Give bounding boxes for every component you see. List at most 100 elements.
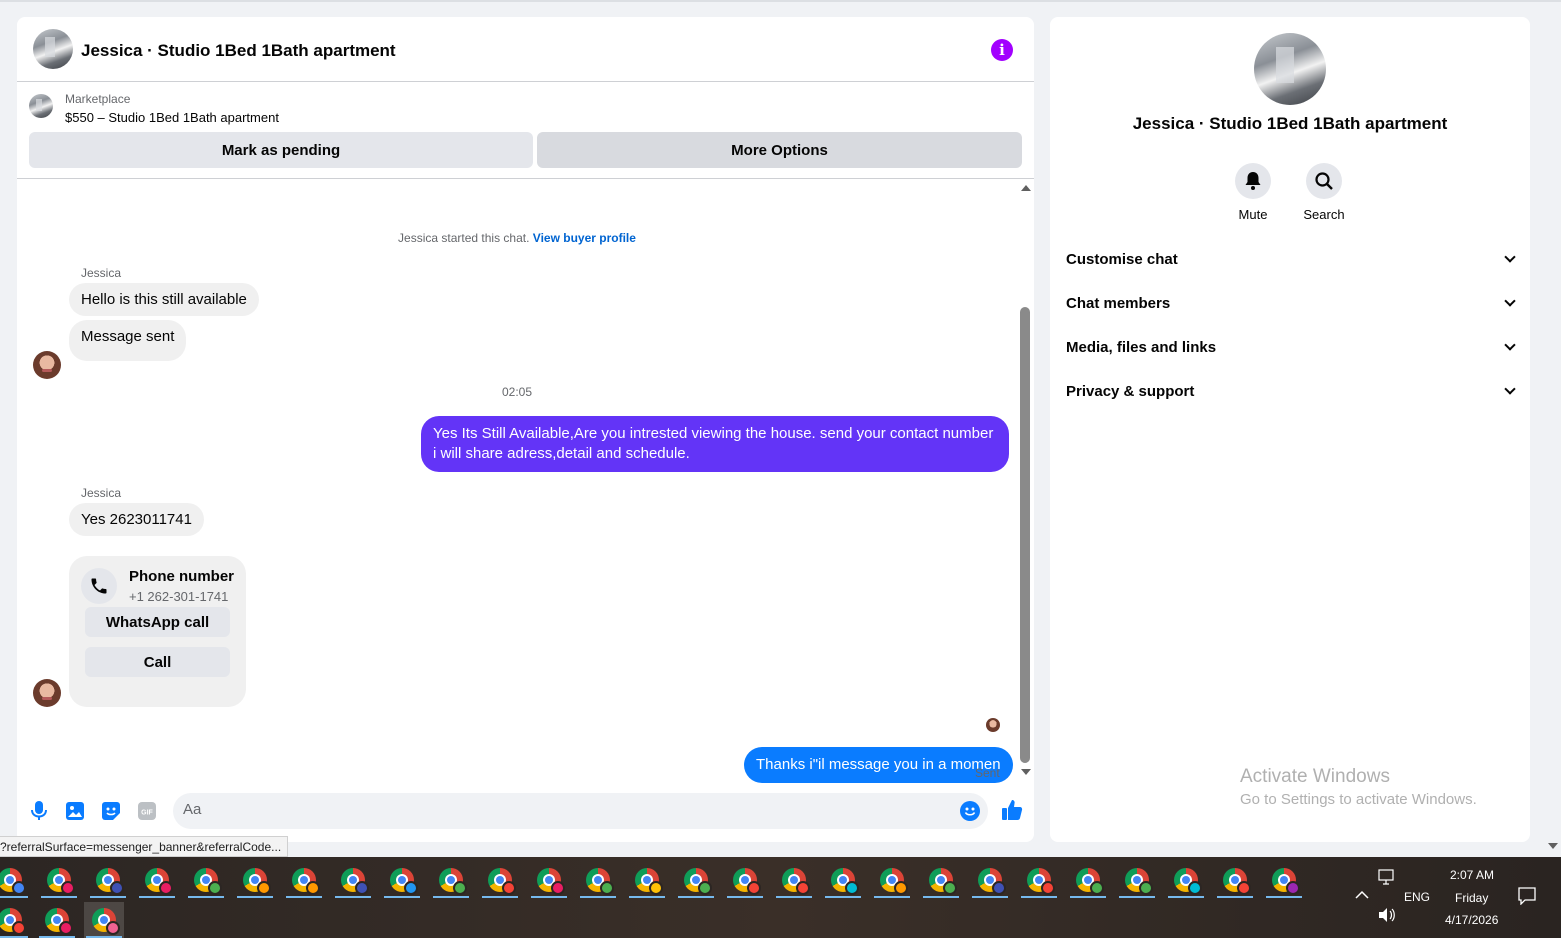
menu-label: Customise chat — [1066, 250, 1178, 268]
taskbar-chrome-window[interactable] — [88, 862, 128, 898]
taskbar-chrome-window[interactable] — [382, 862, 422, 898]
outgoing-message[interactable]: Yes Its Still Available,Are you intreste… — [421, 416, 1009, 472]
taskbar-chrome-window[interactable] — [872, 862, 912, 898]
page-scroll-down-icon[interactable] — [1548, 843, 1558, 849]
taskbar-chrome-window[interactable] — [1068, 862, 1108, 898]
sender-avatar[interactable] — [33, 351, 61, 379]
language-indicator[interactable]: ENG — [1404, 890, 1430, 904]
thumbs-up-icon[interactable] — [1001, 799, 1023, 821]
listing-thumbnail[interactable] — [29, 94, 53, 118]
taskbar-chrome-window[interactable] — [84, 902, 124, 938]
notifications-icon[interactable] — [1518, 887, 1536, 909]
menu-label: Chat members — [1066, 294, 1171, 312]
clock-date[interactable]: 4/17/2026 — [1445, 913, 1498, 927]
profile-badge-icon — [992, 881, 1006, 895]
conversation-avatar[interactable] — [1254, 33, 1326, 105]
taskbar-chrome-window[interactable] — [235, 862, 275, 898]
taskbar-chrome-window[interactable] — [39, 862, 79, 898]
menu-customise-chat[interactable]: Customise chat — [1058, 241, 1522, 277]
taskbar-chrome-window[interactable] — [725, 862, 765, 898]
taskbar-chrome-window[interactable] — [823, 862, 863, 898]
menu-chat-members[interactable]: Chat members — [1058, 285, 1522, 321]
sender-name: Jessica — [81, 266, 122, 280]
incoming-message[interactable]: Yes 2623011741 — [69, 503, 204, 536]
chrome-icon — [194, 868, 222, 895]
taskbar-chrome-window[interactable] — [1117, 862, 1157, 898]
clock-day[interactable]: Friday — [1455, 891, 1488, 905]
incoming-message[interactable]: Message sent — [69, 320, 187, 361]
view-buyer-profile-link[interactable]: View buyer profile — [533, 231, 636, 245]
taskbar-chrome-window[interactable] — [0, 862, 30, 898]
profile-badge-icon — [257, 881, 271, 895]
taskbar-chrome-window[interactable] — [627, 862, 667, 898]
taskbar-chrome-window[interactable] — [1019, 862, 1059, 898]
chat-avatar[interactable] — [33, 29, 73, 69]
chrome-icon — [243, 868, 271, 895]
profile-badge-icon — [61, 881, 75, 895]
mute-button[interactable]: Mute — [1213, 163, 1293, 222]
listing-title[interactable]: $550 – Studio 1Bed 1Bath apartment — [65, 110, 279, 125]
taskbar-chrome-window[interactable] — [284, 862, 324, 898]
profile-badge-icon — [1090, 881, 1104, 895]
network-icon[interactable] — [1378, 869, 1396, 889]
conversation-title: Jessica · Studio 1Bed 1Bath apartment — [1132, 114, 1448, 133]
system-text: Jessica started this chat. — [398, 231, 530, 245]
watermark-subtitle: Go to Settings to activate Windows. — [1240, 791, 1477, 808]
menu-media-files-links[interactable]: Media, files and links — [1058, 329, 1522, 365]
sender-name: Jessica — [81, 486, 122, 500]
phone-card-title: Phone number — [129, 568, 235, 585]
info-icon[interactable]: i — [991, 39, 1013, 61]
profile-badge-icon — [747, 881, 761, 895]
taskbar-chrome-window[interactable] — [37, 902, 77, 938]
more-options-button[interactable]: More Options — [537, 132, 1022, 168]
chrome-icon — [341, 868, 369, 895]
gif-icon[interactable]: GIF — [136, 800, 158, 822]
chrome-icon — [96, 868, 124, 895]
taskbar-chrome-window[interactable] — [921, 862, 961, 898]
clock-time[interactable]: 2:07 AM — [1450, 868, 1494, 882]
scroll-down-arrow-icon[interactable] — [1021, 769, 1031, 775]
search-button[interactable]: Search — [1284, 163, 1364, 222]
taskbar-chrome-window[interactable] — [1215, 862, 1255, 898]
emoji-icon[interactable] — [959, 800, 981, 822]
taskbar-chrome-window[interactable] — [333, 862, 373, 898]
chrome-icon — [1027, 868, 1055, 895]
taskbar-chrome-window[interactable] — [431, 862, 471, 898]
outgoing-message[interactable]: Thanks i"il message you in a momen — [744, 747, 1013, 783]
taskbar-chrome-window[interactable] — [0, 902, 30, 938]
chrome-icon — [1272, 868, 1300, 895]
taskbar-chrome-window[interactable] — [1264, 862, 1304, 898]
volume-icon[interactable] — [1378, 907, 1396, 927]
chrome-icon — [0, 868, 26, 895]
microphone-icon[interactable] — [28, 800, 50, 822]
browser-edge — [0, 0, 1561, 2]
chrome-icon — [635, 868, 663, 895]
sticker-icon[interactable] — [100, 800, 122, 822]
message-scrollbar[interactable] — [1019, 183, 1031, 779]
profile-badge-icon — [1041, 881, 1055, 895]
taskbar-chrome-window[interactable] — [480, 862, 520, 898]
incoming-message[interactable]: Hello is this still available — [69, 283, 259, 316]
profile-badge-icon — [1237, 881, 1251, 895]
taskbar-chrome-window[interactable] — [529, 862, 569, 898]
taskbar-chrome-window[interactable] — [774, 862, 814, 898]
whatsapp-call-button[interactable]: WhatsApp call — [85, 607, 230, 637]
taskbar-chrome-window[interactable] — [578, 862, 618, 898]
mark-as-pending-button[interactable]: Mark as pending — [29, 132, 533, 168]
scrollbar-thumb[interactable] — [1020, 307, 1030, 763]
scroll-up-arrow-icon[interactable] — [1021, 185, 1031, 191]
chrome-icon — [1223, 868, 1251, 895]
taskbar-chrome-window[interactable] — [676, 862, 716, 898]
message-input[interactable] — [183, 801, 943, 818]
chevron-up-icon[interactable] — [1355, 887, 1369, 904]
image-icon[interactable] — [64, 800, 86, 822]
chat-title[interactable]: Jessica · Studio 1Bed 1Bath apartment — [81, 41, 396, 61]
call-button[interactable]: Call — [85, 647, 230, 677]
sent-status: Sent — [975, 766, 1000, 780]
taskbar-chrome-window[interactable] — [186, 862, 226, 898]
taskbar-chrome-window[interactable] — [137, 862, 177, 898]
menu-privacy-support[interactable]: Privacy & support — [1058, 373, 1522, 409]
taskbar-chrome-window[interactable] — [1166, 862, 1206, 898]
taskbar-chrome-window[interactable] — [970, 862, 1010, 898]
sender-avatar[interactable] — [33, 679, 61, 707]
